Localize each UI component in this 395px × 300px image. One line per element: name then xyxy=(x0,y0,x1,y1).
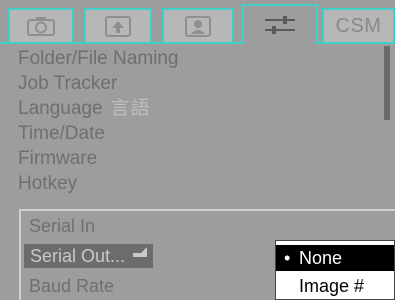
submenu-item-serial-in[interactable]: Serial In xyxy=(29,214,95,238)
tab-portrait[interactable] xyxy=(162,8,234,42)
menu-item-label: Hotkey xyxy=(18,173,78,194)
menu-scrollbar[interactable] xyxy=(384,46,390,120)
submenu-item-label: Baud Rate xyxy=(29,276,115,296)
submenu-item-label: Serial In xyxy=(29,216,96,236)
settings-sliders-icon xyxy=(265,16,295,34)
menu-item-hotkey[interactable]: Hotkey xyxy=(0,171,385,196)
popup-option-label: None xyxy=(299,248,343,268)
submenu-item-serial-out[interactable]: Serial Out... xyxy=(24,244,154,268)
menu-item-time-date[interactable]: Time/Date xyxy=(0,121,385,146)
menu-item-language[interactable]: Language 言語 xyxy=(0,96,385,121)
tab-csm-label: CSM xyxy=(335,14,382,37)
selected-bullet-icon: • xyxy=(284,248,291,268)
serial-out-options-popup: • None Image # xyxy=(275,240,395,300)
popup-option-image-number[interactable]: Image # xyxy=(276,273,394,299)
portrait-icon xyxy=(185,16,211,37)
tab-csm[interactable]: CSM xyxy=(322,8,395,42)
popup-option-label: Image # xyxy=(299,276,365,296)
menu-item-label: Language xyxy=(18,98,103,119)
submenu-item-label: Serial Out... xyxy=(30,246,126,266)
camera-icon xyxy=(27,17,55,36)
menu-item-job-tracker[interactable]: Job Tracker xyxy=(0,71,385,96)
submenu-arrow-icon xyxy=(133,247,148,258)
menu-item-label: Time/Date xyxy=(18,123,105,144)
tab-settings[interactable] xyxy=(242,4,318,44)
submenu-item-baud-rate[interactable]: Baud Rate xyxy=(29,274,114,298)
menu-item-label: Firmware xyxy=(18,148,98,169)
popup-option-none[interactable]: • None xyxy=(276,245,394,271)
menu-item-label: Folder/File Naming xyxy=(18,48,179,69)
menu-item-folder-file-naming[interactable]: Folder/File Naming xyxy=(0,46,385,71)
menu-item-label: Job Tracker xyxy=(18,73,118,94)
upload-icon xyxy=(105,16,131,37)
language-native-label: 言語 xyxy=(110,98,151,119)
menu-item-firmware[interactable]: Firmware xyxy=(0,146,385,171)
tab-divider xyxy=(0,42,395,44)
settings-menu: Folder/File Naming Job Tracker Language 言… xyxy=(0,46,385,196)
tab-upload[interactable] xyxy=(84,8,152,42)
tab-bar: CSM xyxy=(0,0,395,44)
tab-camera[interactable] xyxy=(8,8,74,42)
